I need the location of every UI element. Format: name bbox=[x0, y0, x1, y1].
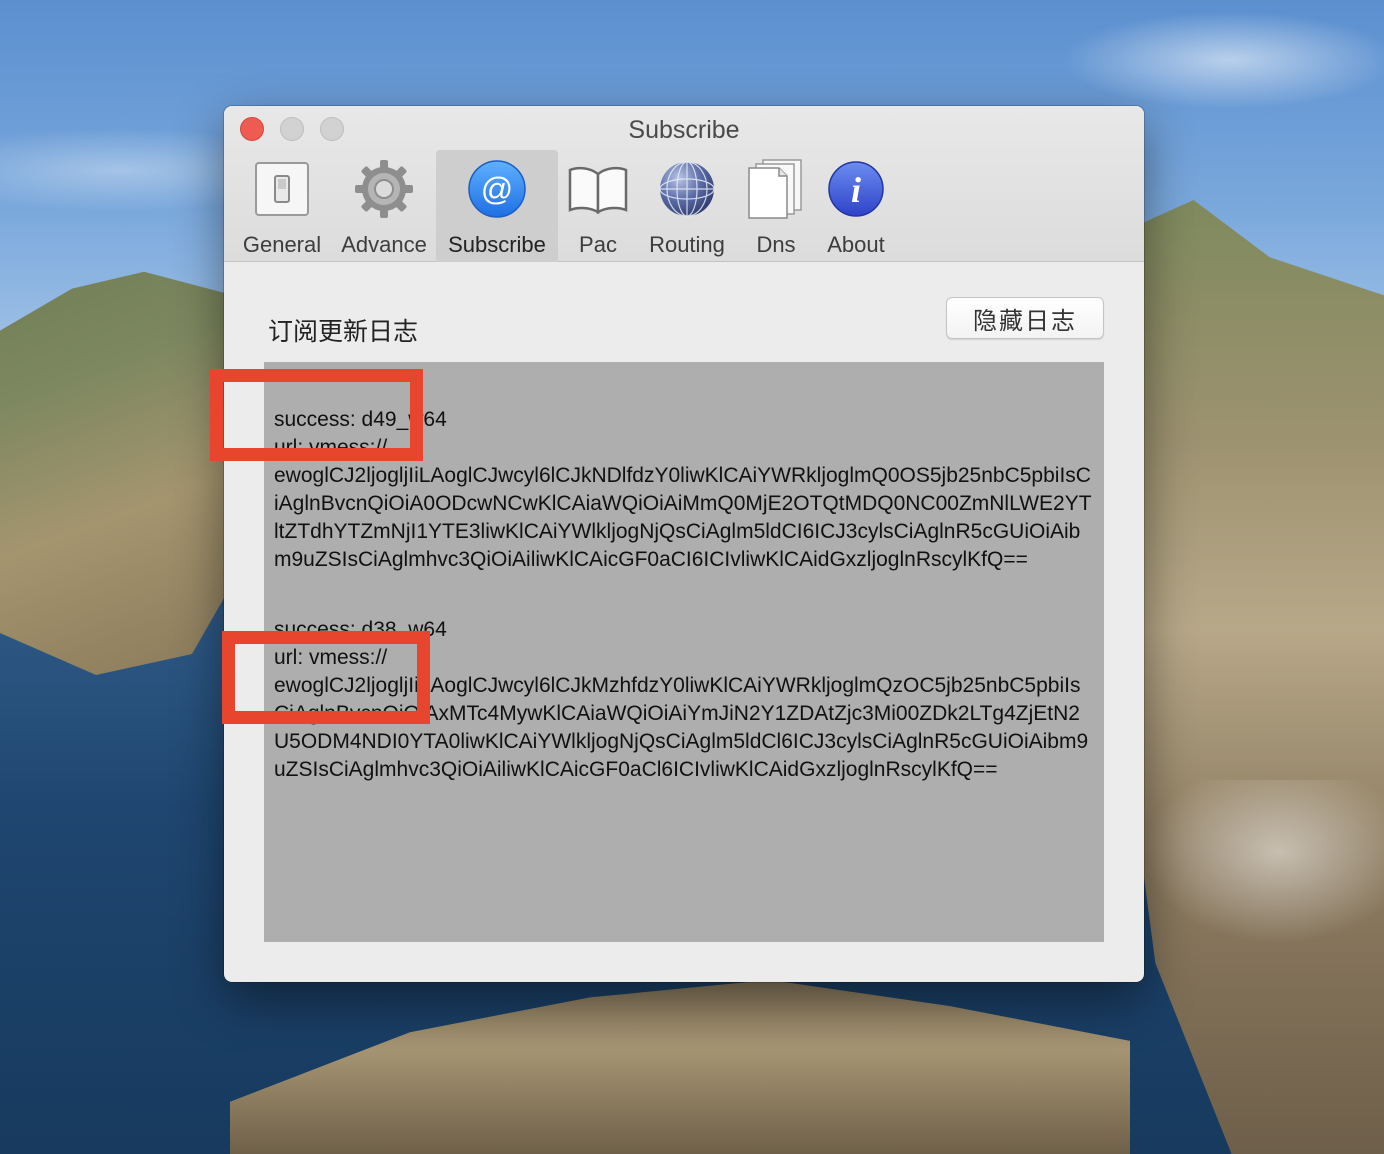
tab-pac[interactable]: Pac bbox=[558, 150, 638, 262]
documents-icon bbox=[745, 158, 807, 220]
tab-about-label: About bbox=[827, 232, 885, 257]
desktop-wallpaper-land-right bbox=[1130, 200, 1384, 1154]
tab-routing-label: Routing bbox=[649, 232, 725, 257]
title-bar[interactable]: Subscribe General Advance @ Subscribe Pa… bbox=[224, 106, 1144, 262]
tab-subscribe-label: Subscribe bbox=[448, 232, 546, 257]
highlight-box-1 bbox=[210, 369, 423, 461]
log-payload: ewoglCJ2ljogljIiLAoglCJwcyl6lCJkNDlfdzY0… bbox=[274, 464, 1092, 571]
globe-icon bbox=[656, 158, 718, 220]
desktop-wallpaper-land-bottom bbox=[230, 980, 1130, 1154]
log-section-title: 订阅更新日志 bbox=[268, 317, 419, 346]
gear-icon bbox=[353, 158, 415, 220]
tab-dns-label: Dns bbox=[756, 232, 796, 257]
preferences-toolbar: General Advance @ Subscribe Pac Routing … bbox=[232, 150, 896, 262]
tab-routing[interactable]: Routing bbox=[638, 150, 736, 262]
tab-general-label: General bbox=[242, 232, 322, 257]
switch-icon bbox=[251, 158, 313, 220]
tab-pac-label: Pac bbox=[579, 232, 617, 257]
svg-text:@: @ bbox=[481, 171, 513, 207]
tab-dns[interactable]: Dns bbox=[736, 150, 816, 262]
book-icon bbox=[567, 158, 629, 220]
at-sign-icon: @ bbox=[466, 158, 528, 220]
tab-advance-label: Advance bbox=[341, 232, 427, 257]
window-title: Subscribe bbox=[628, 116, 740, 144]
svg-text:i: i bbox=[851, 170, 861, 210]
desktop-wallpaper-land-left bbox=[0, 271, 240, 675]
highlight-box-2 bbox=[222, 631, 430, 724]
info-icon: i bbox=[825, 158, 887, 220]
tab-general[interactable]: General bbox=[232, 150, 332, 262]
tab-subscribe[interactable]: @ Subscribe bbox=[436, 150, 558, 262]
tab-advance[interactable]: Advance bbox=[332, 150, 436, 262]
hide-log-button[interactable]: 隐藏日志 bbox=[946, 297, 1104, 339]
desktop-wallpaper-surf bbox=[1120, 780, 1384, 960]
preferences-window: Subscribe General Advance @ Subscribe Pa… bbox=[224, 106, 1144, 982]
tab-about[interactable]: i About bbox=[816, 150, 896, 262]
